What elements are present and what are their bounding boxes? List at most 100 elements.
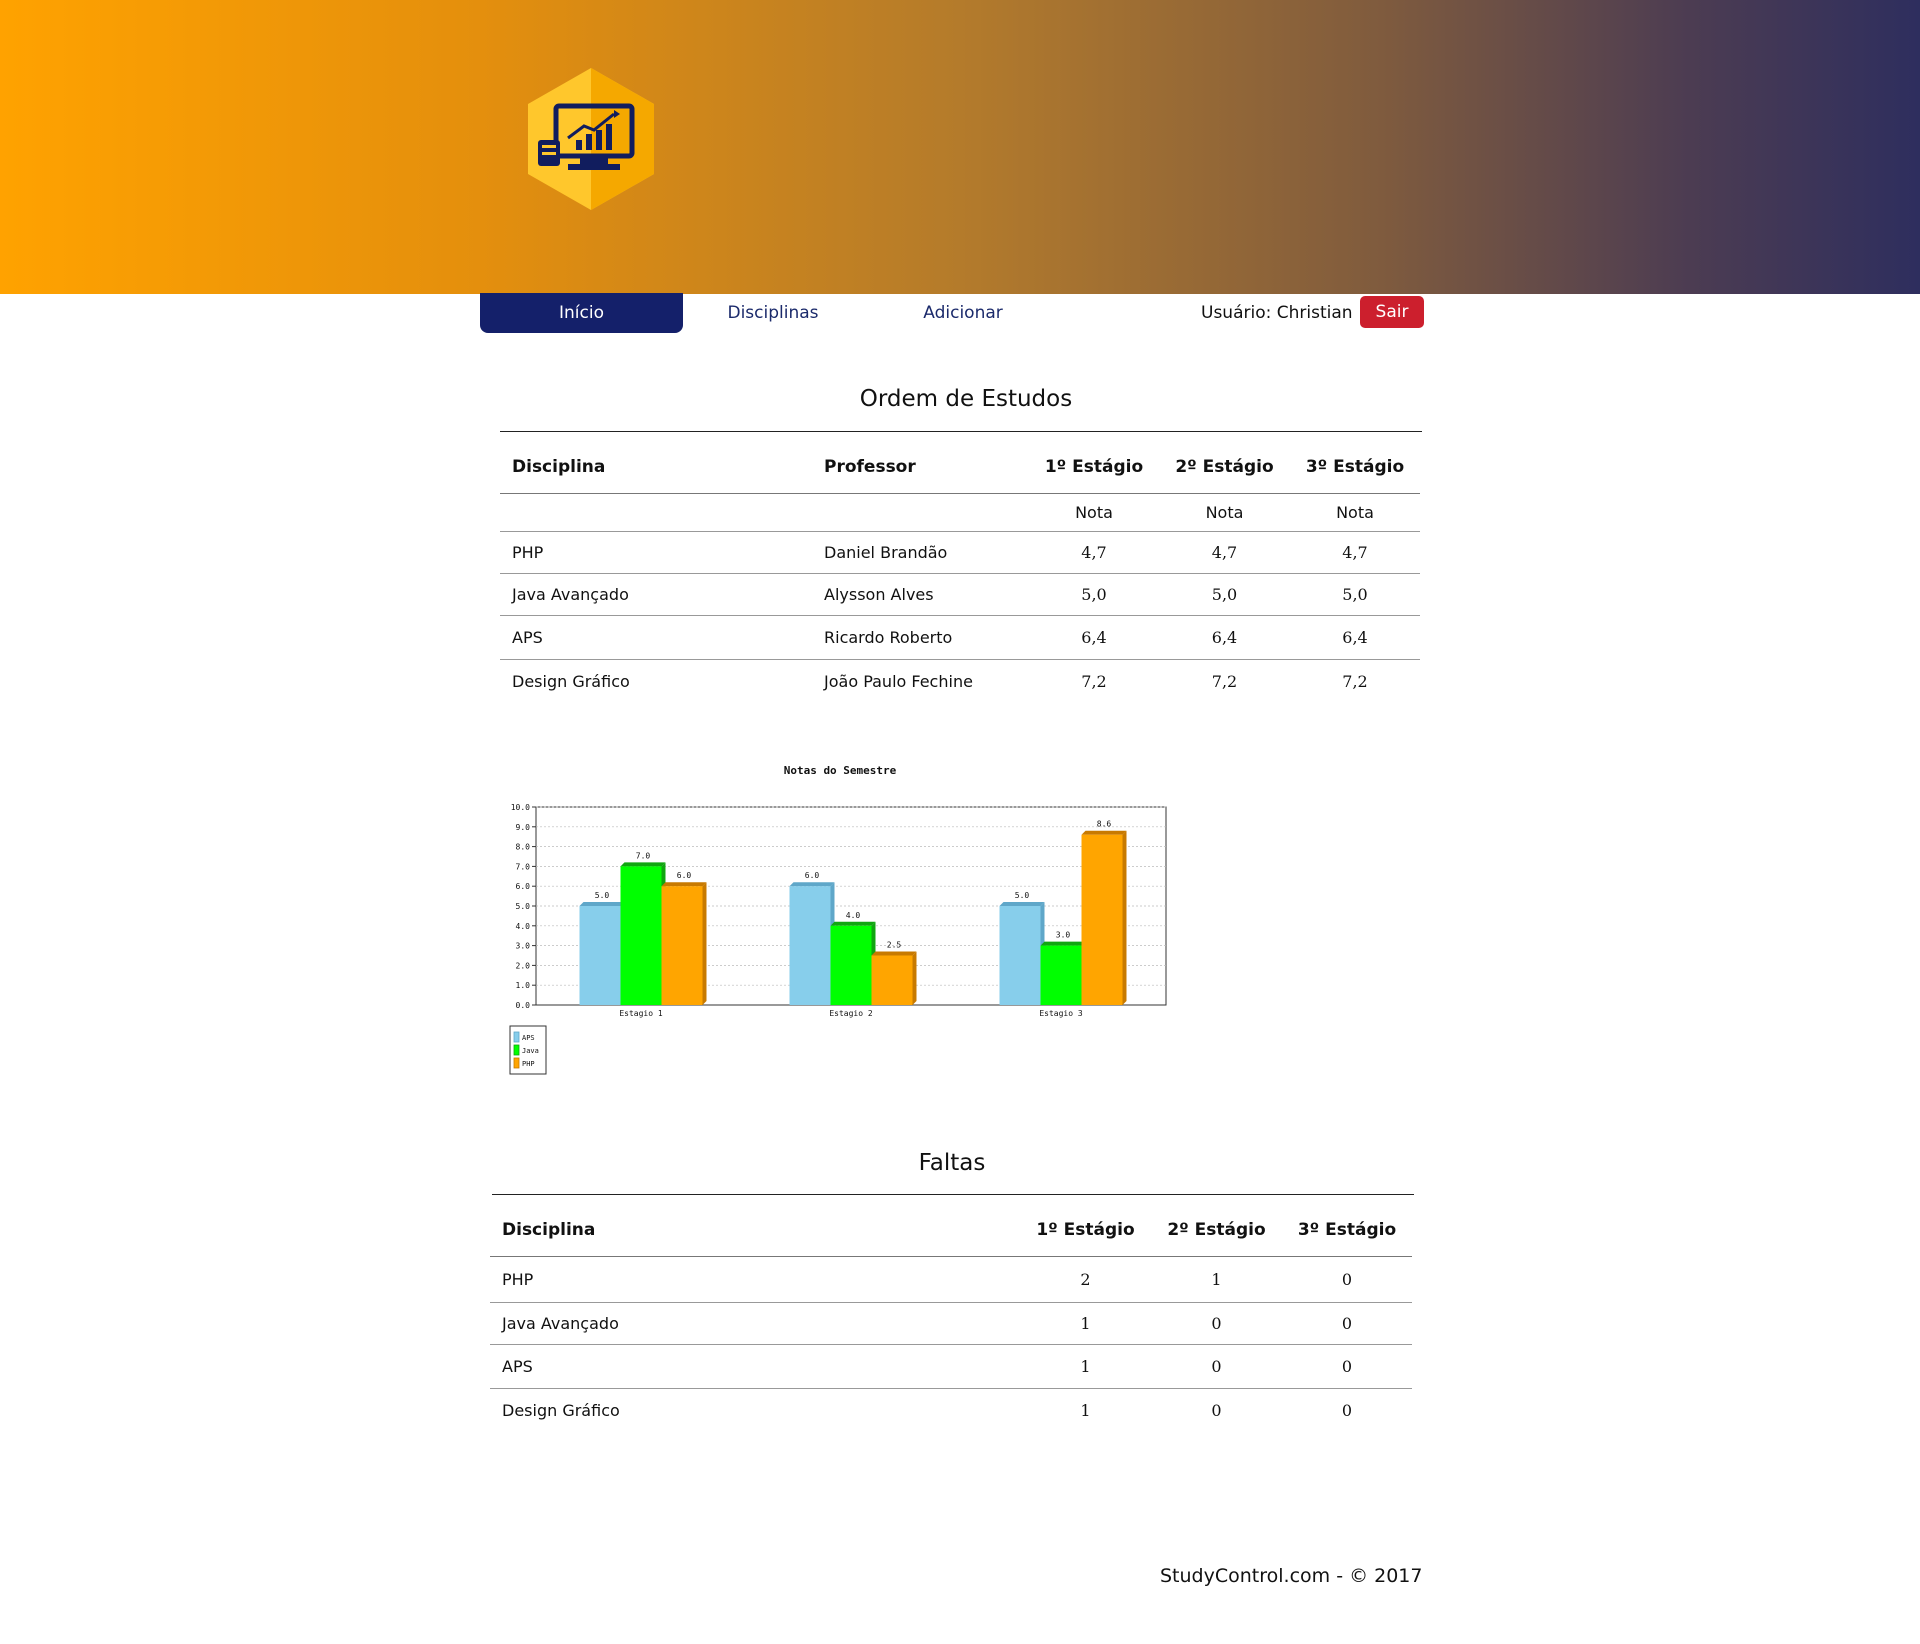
study-order-divider xyxy=(500,431,1422,432)
grades-chart-svg: Notas do Semestre 0.0 1.0 2.0 3.0 4.0 5.0 6.0 7.… xyxy=(509,764,1167,1075)
cell-nota: 6,4 xyxy=(1029,615,1159,660)
cell-faltas: 0 xyxy=(1151,1302,1282,1345)
cell-faltas: 0 xyxy=(1282,1302,1412,1345)
cell-faltas: 0 xyxy=(1282,1256,1412,1303)
table-row: Java Avançado 1 0 0 xyxy=(490,1302,1412,1345)
x-tick-label: Estagio 3 xyxy=(1039,1009,1083,1018)
table-header-row: Disciplina Professor 1º Estágio 2º Estág… xyxy=(500,441,1420,494)
bar xyxy=(579,906,621,1005)
bar-value-label: 4.0 xyxy=(846,911,861,920)
cell-faltas: 1 xyxy=(1020,1344,1151,1389)
user-label: Usuário: Christian xyxy=(1201,303,1353,323)
cell-professor: João Paulo Fechine xyxy=(824,672,973,692)
cell-professor: Daniel Brandão xyxy=(812,531,1029,574)
cell-faltas: 0 xyxy=(1211,1401,1222,1421)
cell-faltas: 0 xyxy=(1282,1344,1412,1389)
absences-table: Disciplina 1º Estágio 2º Estágio 3º Está… xyxy=(490,1204,1412,1433)
study-order-title: Ordem de Estudos xyxy=(859,386,1073,412)
cell-nota: 6,4 xyxy=(1290,615,1420,660)
table-subheader-row: Nota Nota Nota xyxy=(500,493,1420,532)
table-row: Design Gráfico 1 0 0 xyxy=(490,1389,1412,1433)
cell-faltas: 0 xyxy=(1341,1401,1353,1421)
y-tick-label: 8.0 xyxy=(516,843,531,852)
bar-value-label: 5.0 xyxy=(1015,891,1030,900)
table-row: PHP Daniel Brandão 4,7 4,7 4,7 xyxy=(500,531,1420,574)
col-header-estagio-3: 3º Estágio xyxy=(1290,441,1420,494)
cell-disciplina: Java Avançado xyxy=(490,1302,1020,1345)
logout-button[interactable]: Sair xyxy=(1360,296,1424,328)
bar-side xyxy=(702,882,707,1005)
bar-top xyxy=(789,882,835,887)
bar-top xyxy=(661,882,707,887)
nav-item-disciplinas[interactable]: Disciplinas xyxy=(713,293,833,333)
cell-disciplina: PHP xyxy=(490,1256,1020,1303)
y-tick-label: 3.0 xyxy=(516,942,531,951)
bar-value-label: 6.0 xyxy=(677,871,692,880)
bar-value-label: 8.6 xyxy=(1097,820,1112,829)
cell-disciplina: Design Gráfico xyxy=(512,672,630,692)
cell-disciplina: Java Avançado xyxy=(500,573,812,616)
logo-icon xyxy=(528,68,654,210)
legend-swatch xyxy=(513,1044,520,1056)
bar xyxy=(661,886,703,1005)
bar xyxy=(1081,834,1123,1005)
nav-item-inicio[interactable]: Início xyxy=(480,293,683,333)
y-tick-label: 9.0 xyxy=(516,823,531,832)
cell-disciplina: APS xyxy=(500,615,812,660)
bar xyxy=(1040,945,1082,1005)
subheader-nota: Nota xyxy=(1290,493,1420,532)
y-tick-label: 4.0 xyxy=(516,922,531,931)
cell-disciplina: Design Gráfico xyxy=(502,1401,620,1421)
cell-professor: Alysson Alves xyxy=(812,573,1029,616)
legend-label: PHP xyxy=(522,1060,535,1068)
table-row: Design Gráfico João Paulo Fechine 7,2 7,… xyxy=(500,660,1420,704)
bar-value-label: 2.5 xyxy=(887,941,902,950)
cell-faltas: 1 xyxy=(1080,1401,1091,1421)
absences-divider xyxy=(492,1194,1414,1195)
y-tick-label: 7.0 xyxy=(516,862,531,871)
footer-copyright: StudyControl.com - © 2017 xyxy=(1160,1565,1423,1587)
table-row: PHP 2 1 0 xyxy=(490,1256,1412,1303)
cell-disciplina: PHP xyxy=(500,531,812,574)
col-header-estagio-2: 2º Estágio xyxy=(1151,1204,1282,1257)
bar xyxy=(830,925,872,1005)
bar-top xyxy=(871,951,917,956)
cell-nota: 5,0 xyxy=(1290,573,1420,616)
absences-title: Faltas xyxy=(918,1150,986,1176)
y-tick-label: 1.0 xyxy=(516,981,531,990)
bar-value-label: 5.0 xyxy=(595,891,610,900)
subheader-nota: Nota xyxy=(1029,493,1159,532)
header-banner xyxy=(0,0,1920,294)
bar xyxy=(871,955,913,1005)
cell-faltas: 2 xyxy=(1020,1256,1151,1303)
cell-faltas: 1 xyxy=(1020,1302,1151,1345)
bar xyxy=(999,906,1041,1005)
grades-chart: Notas do Semestre 0.0 1.0 2.0 3.0 4.0 5.0 6.0 7.… xyxy=(496,750,1176,1080)
cell-nota: 5,0 xyxy=(1029,573,1159,616)
legend-swatch xyxy=(513,1057,520,1069)
y-tick-label: 2.0 xyxy=(516,961,531,970)
bar-top xyxy=(1040,941,1086,946)
cell-faltas: 1 xyxy=(1151,1256,1282,1303)
col-header-disciplina: Disciplina xyxy=(500,441,812,494)
legend-label: APS xyxy=(522,1034,535,1042)
nav-item-adicionar[interactable]: Adicionar xyxy=(903,293,1023,333)
cell-nota: 7,2 xyxy=(1081,672,1107,692)
col-header-estagio-1: 1º Estágio xyxy=(1029,441,1159,494)
table-row: APS 1 0 0 xyxy=(490,1344,1412,1389)
cell-professor: Ricardo Roberto xyxy=(812,615,1029,660)
bar-side xyxy=(1122,830,1127,1005)
y-tick-label: 5.0 xyxy=(516,902,531,911)
bar xyxy=(620,866,662,1005)
y-tick-label: 6.0 xyxy=(516,882,531,891)
table-row: Java Avançado Alysson Alves 5,0 5,0 5,0 xyxy=(500,573,1420,616)
bar-side xyxy=(912,951,917,1005)
study-order-table: Disciplina Professor 1º Estágio 2º Estág… xyxy=(500,441,1420,704)
x-tick-label: Estagio 1 xyxy=(619,1009,663,1018)
bar-value-label: 3.0 xyxy=(1056,931,1071,940)
table-row: APS Ricardo Roberto 6,4 6,4 6,4 xyxy=(500,615,1420,660)
subheader-nota: Nota xyxy=(1159,493,1290,532)
bar xyxy=(789,886,831,1005)
bar-top xyxy=(579,902,625,906)
cell-nota: 7,2 xyxy=(1342,672,1368,692)
